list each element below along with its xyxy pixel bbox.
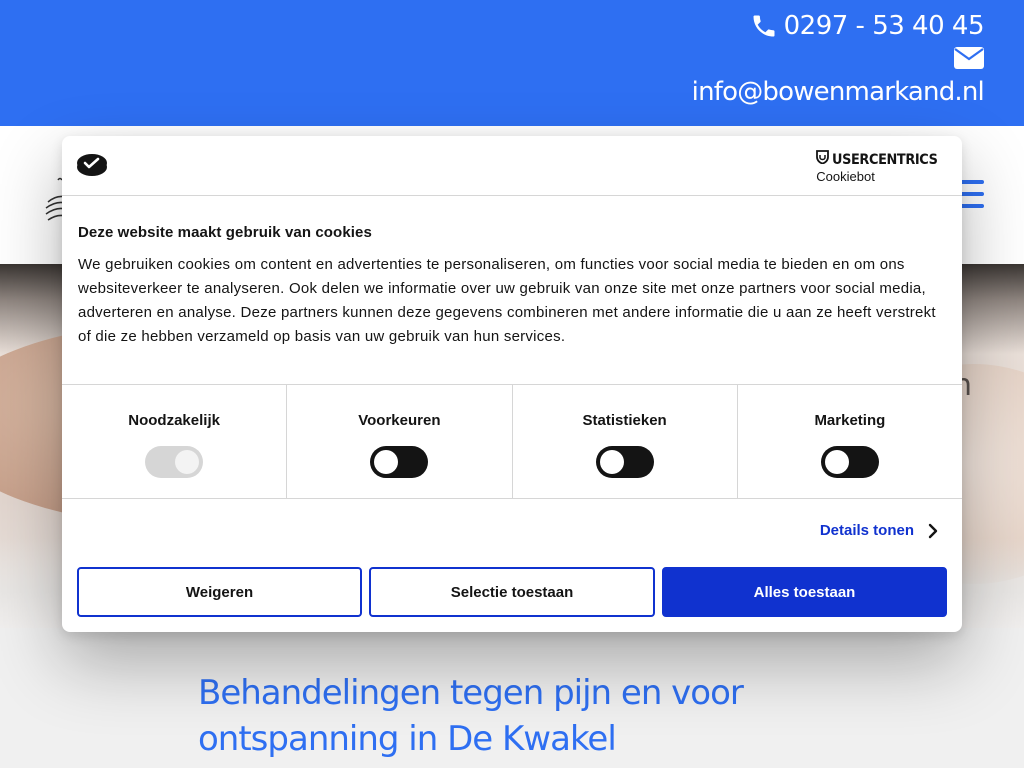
category-label: Statistieken (582, 412, 667, 429)
allow-selection-button[interactable]: Selectie toestaan (369, 567, 655, 617)
brand-name: USERCENTRICS (832, 151, 938, 168)
dialog-description: We gebruiken cookies om content en adver… (78, 256, 936, 345)
details-label[interactable]: Details tonen (820, 522, 914, 539)
usercentrics-shield-icon (816, 150, 830, 169)
category-necessary: Noodzakelijk (62, 385, 288, 498)
category-statistics: Statistieken (513, 385, 738, 498)
category-label: Noodzakelijk (128, 412, 220, 429)
necessary-toggle (145, 446, 204, 478)
email-link[interactable]: info@bowenmarkand.nl (692, 74, 985, 110)
category-label: Marketing (814, 412, 886, 429)
brand-sub: Cookiebot (816, 169, 875, 184)
dialog-title: Deze website maakt gebruik van cookies (78, 224, 372, 241)
envelope-icon[interactable] (954, 46, 984, 70)
page-headline: Behandelingen tegen pijn en voor ontspan… (198, 670, 898, 762)
dialog-header: USERCENTRICS Cookiebot (62, 136, 962, 196)
cookie-consent-dialog: USERCENTRICS Cookiebot Deze website maak… (62, 136, 962, 632)
dialog-body: Deze website maakt gebruik van cookies W… (78, 224, 948, 349)
preferences-toggle[interactable] (370, 446, 429, 478)
category-preferences: Voorkeuren (287, 385, 513, 498)
phone-link[interactable]: 0297 - 53 40 45 (750, 8, 985, 44)
usercentrics-logo[interactable]: USERCENTRICS Cookiebot (816, 150, 947, 184)
category-label: Voorkeuren (358, 412, 441, 429)
statistics-toggle[interactable] (595, 446, 654, 478)
phone-number[interactable]: 0297 - 53 40 45 (784, 11, 985, 41)
email-address[interactable]: info@bowenmarkand.nl (692, 77, 985, 107)
headline-line-1: Behandelingen tegen pijn en voor (198, 673, 744, 713)
headline-line-2: ontspanning in De Kwakel (198, 719, 617, 759)
show-details-link[interactable]: Details tonen (820, 522, 938, 539)
marketing-toggle[interactable] (820, 446, 879, 478)
reject-button[interactable]: Weigeren (77, 567, 362, 617)
top-contact-bar: 0297 - 53 40 45 info@bowenmarkand.nl (0, 0, 1024, 126)
cookie-icon (76, 152, 108, 178)
allow-all-button[interactable]: Alles toestaan (662, 567, 947, 617)
chevron-right-icon[interactable] (928, 523, 938, 539)
consent-categories: Noodzakelijk Voorkeuren Statistieken Mar… (62, 384, 962, 499)
phone-icon (750, 12, 778, 40)
category-marketing: Marketing (738, 385, 962, 498)
